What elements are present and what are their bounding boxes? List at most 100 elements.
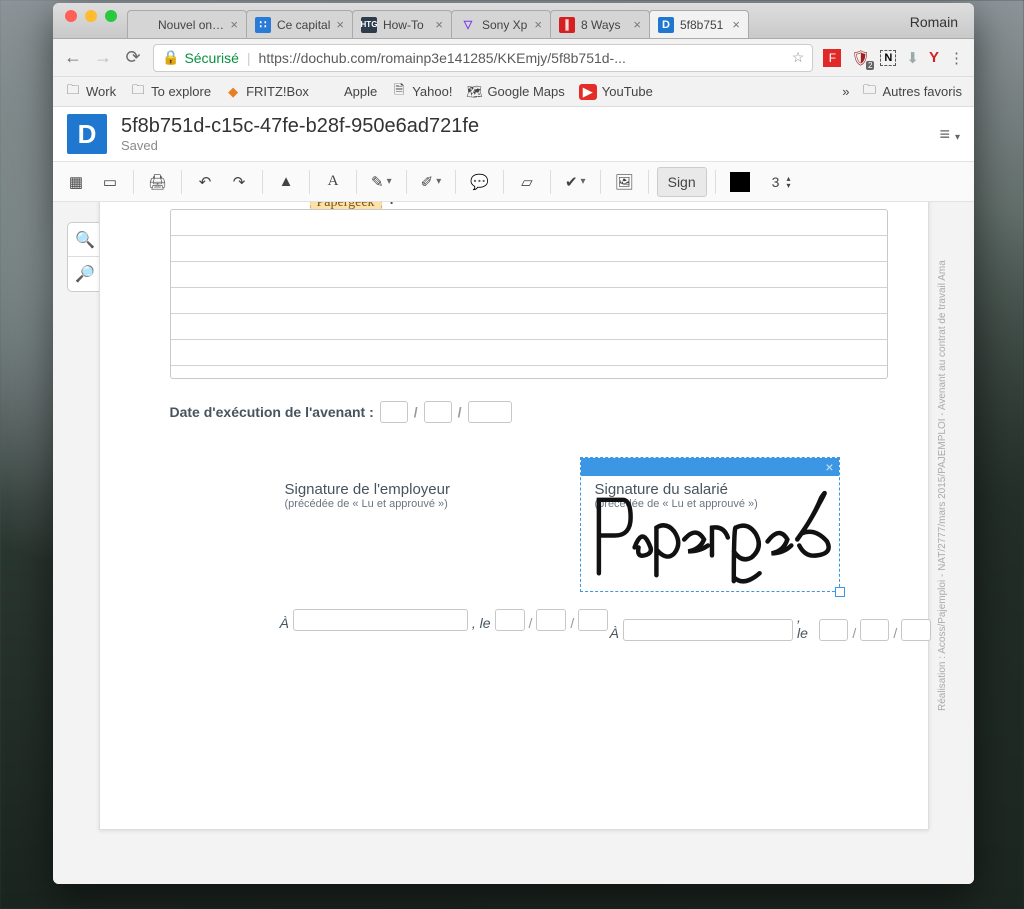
bookmark-autres-favoris[interactable]: 🗀 Autres favoris [862, 84, 962, 100]
signature-field-header[interactable]: × [581, 458, 839, 476]
image-tool[interactable]: 🖼 [609, 167, 640, 197]
redo-button[interactable]: ↷ [224, 167, 254, 197]
minimize-window-button[interactable] [85, 10, 97, 22]
zoom-in-button[interactable]: 🔍 [68, 223, 102, 257]
print-button[interactable]: 🖨 [142, 167, 173, 197]
bookmark-apple[interactable]: Apple [323, 84, 377, 100]
loc-le: , le [797, 609, 815, 641]
free-text-area[interactable] [170, 209, 888, 379]
close-icon[interactable]: × [825, 459, 833, 475]
signature-employer-block: Signature de l'employeur (précédée de « … [285, 481, 450, 510]
dochub-icon: D [658, 17, 674, 33]
close-tab-icon[interactable]: × [633, 17, 641, 32]
color-swatch [730, 172, 750, 192]
download-icon[interactable]: ⬇ [906, 49, 919, 67]
close-window-button[interactable] [65, 10, 77, 22]
bookmark-fritzbox[interactable]: ◆FRITZ!Box [225, 84, 309, 100]
fritz-icon: ◆ [225, 84, 241, 100]
apple-icon [323, 84, 339, 100]
bookmark-label: YouTube [602, 84, 653, 99]
d-field[interactable] [819, 619, 848, 641]
close-tab-icon[interactable]: × [732, 17, 740, 32]
htg-icon: HTG [361, 17, 377, 33]
star-icon[interactable]: ☆ [792, 49, 805, 66]
whiteout-tool[interactable]: ▱ [512, 167, 542, 197]
tab-label: How-To [383, 18, 429, 32]
bookmark-work[interactable]: 🗀Work [65, 84, 116, 100]
undo-button[interactable]: ↶ [190, 167, 220, 197]
bookmark-label: Autres favoris [883, 84, 962, 99]
close-tab-icon[interactable]: × [435, 17, 443, 32]
document-status: Saved [121, 138, 479, 153]
bookmark-label: Yahoo! [412, 84, 452, 99]
loc-le: , le [472, 615, 491, 631]
draw-tool[interactable]: ✎ ▾ [365, 167, 398, 197]
tab-sony[interactable]: ▽ Sony Xp × [451, 10, 551, 38]
browser-window: Nouvel onglet × ∷ Ce capital × HTG How-T… [53, 3, 974, 884]
highlight-tool[interactable]: ✐ ▾ [415, 167, 448, 197]
youtube-icon: ▶ [579, 84, 597, 100]
signature-employer-label: Signature de l'employeur [285, 481, 450, 498]
bookmark-to-explore[interactable]: 🗀To explore [130, 84, 211, 100]
flipboard-icon[interactable]: F [823, 49, 841, 67]
check-tool[interactable]: ✔ ▾ [559, 167, 592, 197]
dochub-logo[interactable]: D [67, 114, 107, 154]
secure-label: Sécurisé [184, 50, 238, 66]
profile-name[interactable]: Romain [900, 14, 974, 38]
date-day-field[interactable] [380, 401, 408, 423]
loc-A: À [610, 625, 619, 641]
resize-handle[interactable] [835, 587, 845, 597]
reload-button[interactable]: ⟳ [123, 47, 143, 68]
folder-icon: 🗀 [862, 84, 878, 100]
back-button[interactable]: ← [63, 47, 83, 68]
menu-icon[interactable]: ⋮ [949, 49, 964, 67]
place-field-left[interactable] [293, 609, 468, 631]
y-field[interactable] [901, 619, 930, 641]
sign-button[interactable]: Sign [657, 167, 707, 197]
tab-dochub[interactable]: D 5f8b751 × [649, 10, 749, 38]
sony-icon: ▽ [460, 17, 476, 33]
text-tool[interactable]: A [318, 167, 348, 197]
y-field[interactable] [578, 609, 608, 631]
pdf-page[interactable]: Réalisation : Acoss/Pajemploi - NAT/2777… [99, 202, 929, 830]
size-value: 3 [772, 174, 780, 190]
date-year-field[interactable] [468, 401, 512, 423]
d-field[interactable] [495, 609, 525, 631]
loc-A: À [280, 615, 289, 631]
place-field-right[interactable] [623, 619, 793, 641]
comment-tool[interactable]: 💬 [464, 167, 495, 197]
bookmark-google-maps[interactable]: 🗺Google Maps [466, 84, 564, 100]
maps-icon: 🗺 [466, 84, 482, 100]
document-title[interactable]: 5f8b751d-c15c-47fe-b28f-950e6ad721fe [121, 115, 479, 138]
editor-toolbar: ▦ ▭ 🖨 ↶ ↷ ▲ A ✎ ▾ ✐ ▾ 💬 ▱ ✔ ▾ 🖼 Sign 3 ▴… [53, 162, 974, 202]
app-menu-button[interactable]: ≡ ▾ [939, 124, 960, 145]
tab-ce-capital[interactable]: ∷ Ce capital × [246, 10, 353, 38]
page-fit-button[interactable]: ▭ [95, 167, 125, 197]
tab-howto[interactable]: HTG How-To × [352, 10, 452, 38]
zoom-out-button[interactable]: 🔎 [68, 257, 102, 291]
size-stepper[interactable]: 3 ▴▾ [760, 167, 797, 197]
bookmarks-overflow[interactable]: » [842, 84, 849, 99]
maximize-window-button[interactable] [105, 10, 117, 22]
pages-grid-button[interactable]: ▦ [61, 167, 91, 197]
m-field[interactable] [860, 619, 889, 641]
bookmark-yahoo[interactable]: 🗎Yahoo! [391, 84, 452, 100]
ublock-icon[interactable]: 🛡2 [851, 49, 870, 67]
tab-nouvel-onglet[interactable]: Nouvel onglet × [127, 10, 247, 38]
select-tool[interactable]: ▲ [271, 167, 301, 197]
tab-label: 8 Ways [581, 18, 627, 32]
signature-field-selected[interactable]: × [580, 457, 840, 592]
color-picker[interactable] [724, 167, 756, 197]
m-field[interactable] [536, 609, 566, 631]
close-tab-icon[interactable]: × [534, 17, 542, 32]
yandex-icon[interactable]: Y [929, 49, 939, 66]
address-bar[interactable]: 🔒 Sécurisé | https://dochub.com/romainp3… [153, 44, 813, 72]
notion-icon[interactable]: N [880, 50, 896, 66]
tab-8ways[interactable]: ∥ 8 Ways × [550, 10, 650, 38]
close-tab-icon[interactable]: × [336, 17, 344, 32]
forward-button[interactable]: → [93, 47, 113, 68]
close-tab-icon[interactable]: × [230, 17, 238, 32]
bookmark-youtube[interactable]: ▶ YouTube [579, 84, 653, 100]
date-month-field[interactable] [424, 401, 452, 423]
tab-label: Nouvel onglet [158, 18, 224, 32]
